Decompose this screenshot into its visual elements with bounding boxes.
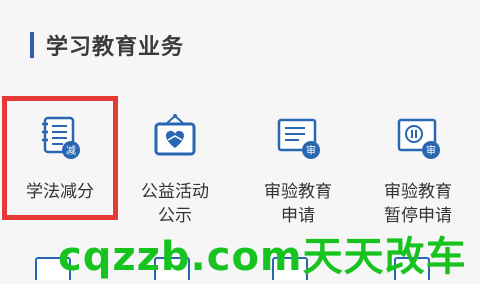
item-label-line1: 公益活动 [141,182,209,202]
grid-item-public-welfare-announcement[interactable]: 公益活动 公示 [120,112,230,228]
selection-highlight [2,96,118,220]
grid-item-inspection-education-application[interactable]: 审 审验教育 申请 [243,112,353,228]
item-label-line1: 审验教育 [384,182,452,202]
section-title: 学习教育业务 [46,35,185,60]
section-accent-bar [30,32,34,58]
grid-item-inspection-education-pause-application[interactable]: 审 审验教育 暂停申请 [363,112,473,228]
item-label-line1: 审验教育 [264,182,332,202]
pause-document-icon: 审 [391,112,445,166]
section-header: 学习教育业务 [30,30,184,60]
badge-shen: 审 [426,144,436,157]
watermark-text: cqzzb.com天天改车 [58,234,467,280]
heart-frame-icon [148,112,202,166]
badge-shen: 审 [306,144,316,157]
document-icon: 审 [271,112,325,166]
